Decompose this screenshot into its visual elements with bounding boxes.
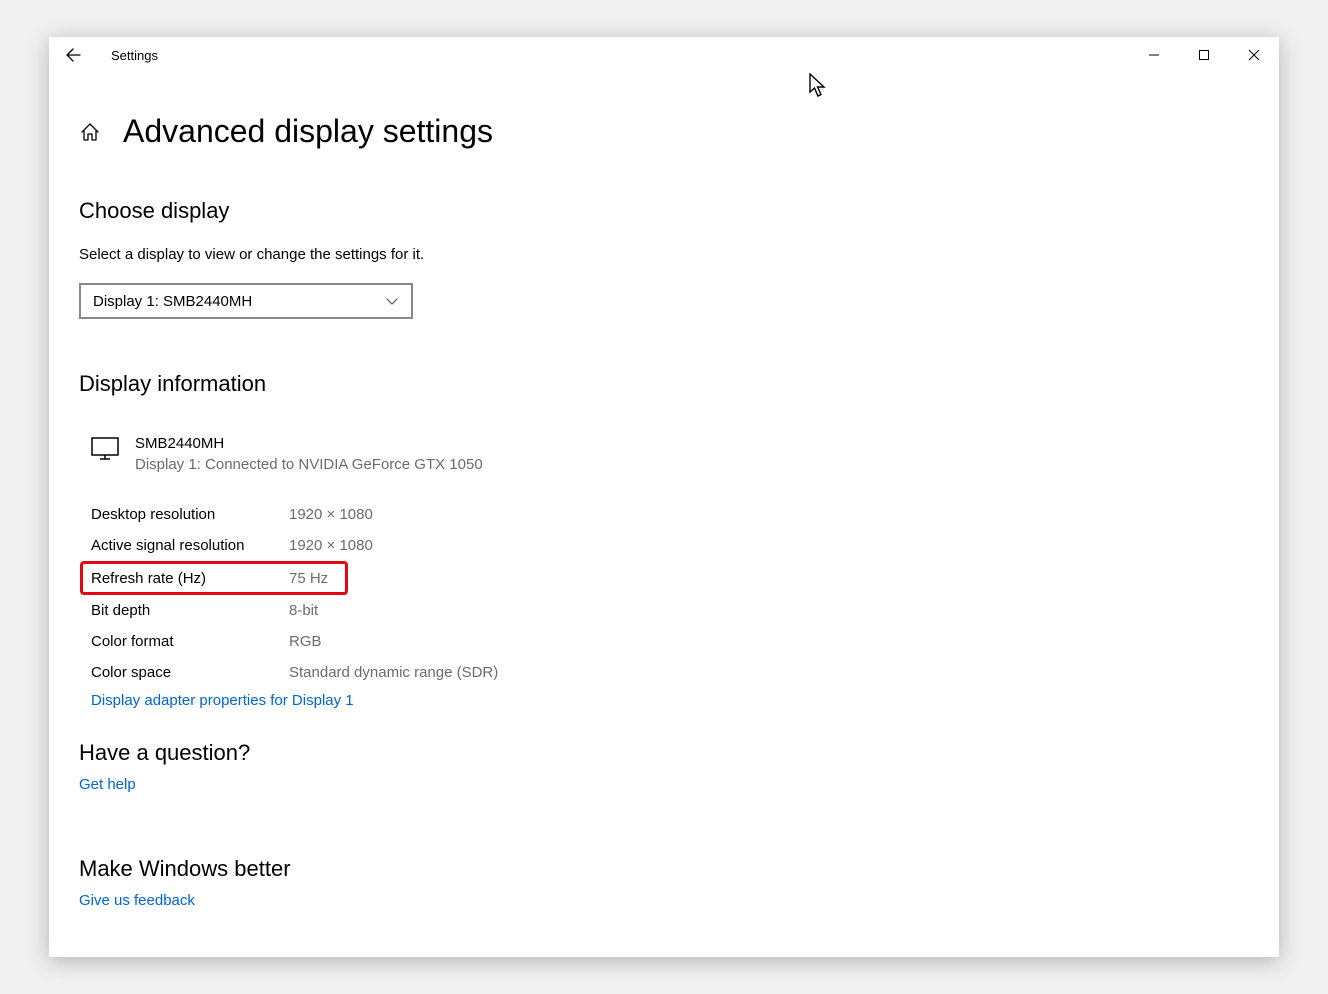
choose-display-instruction: Select a display to view or change the s… [79,246,1279,263]
close-button[interactable] [1229,37,1279,73]
minimize-button[interactable] [1129,37,1179,73]
close-icon [1248,49,1260,61]
titlebar: Settings [49,37,1279,73]
label-color-format: Color format [91,633,289,650]
monitor-icon [91,437,119,473]
home-icon [79,121,101,143]
monitor-block: SMB2440MH Display 1: Connected to NVIDIA… [91,435,1279,473]
row-bit-depth: Bit depth 8-bit [91,595,1279,626]
display-select-dropdown[interactable]: Display 1: SMB2440MH [79,283,413,319]
app-title: Settings [111,48,158,63]
label-bit-depth: Bit depth [91,602,289,619]
row-desktop-resolution: Desktop resolution 1920 × 1080 [91,499,1279,530]
value-color-format: RGB [289,633,322,650]
label-active-signal-resolution: Active signal resolution [91,537,289,554]
value-refresh-rate: 75 Hz [289,570,328,587]
display-adapter-link[interactable]: Display adapter properties for Display 1 [91,692,354,709]
get-help-link[interactable]: Get help [79,776,136,793]
page-title: Advanced display settings [123,113,493,150]
maximize-button[interactable] [1179,37,1229,73]
label-color-space: Color space [91,664,289,681]
value-color-space: Standard dynamic range (SDR) [289,664,498,681]
home-button[interactable] [79,121,101,143]
back-arrow-icon [64,46,82,64]
question-heading: Have a question? [79,740,1279,766]
choose-display-heading: Choose display [79,198,1279,224]
minimize-icon [1148,49,1160,61]
caption-buttons [1129,37,1279,73]
settings-window: Settings [49,37,1279,957]
feedback-heading: Make Windows better [79,856,1279,882]
row-color-format: Color format RGB [91,626,1279,657]
titlebar-left: Settings [63,45,158,65]
display-select-value: Display 1: SMB2440MH [93,293,252,310]
header-row: Advanced display settings [79,113,1279,150]
row-color-space: Color space Standard dynamic range (SDR) [91,657,1279,688]
chevron-down-icon [385,294,399,308]
label-refresh-rate: Refresh rate (Hz) [91,570,289,587]
maximize-icon [1198,49,1210,61]
row-refresh-rate: Refresh rate (Hz) 75 Hz [80,561,348,595]
value-bit-depth: 8-bit [289,602,318,619]
content-area: Advanced display settings Choose display… [49,73,1279,957]
give-feedback-link[interactable]: Give us feedback [79,892,195,909]
monitor-connection: Display 1: Connected to NVIDIA GeForce G… [135,456,483,473]
label-desktop-resolution: Desktop resolution [91,506,289,523]
display-info-table: Desktop resolution 1920 × 1080 Active si… [91,499,1279,688]
monitor-name: SMB2440MH [135,435,483,452]
row-active-signal-resolution: Active signal resolution 1920 × 1080 [91,530,1279,561]
value-active-signal-resolution: 1920 × 1080 [289,537,373,554]
monitor-text: SMB2440MH Display 1: Connected to NVIDIA… [135,435,483,473]
display-info-heading: Display information [79,371,1279,397]
back-button[interactable] [63,45,83,65]
value-desktop-resolution: 1920 × 1080 [289,506,373,523]
